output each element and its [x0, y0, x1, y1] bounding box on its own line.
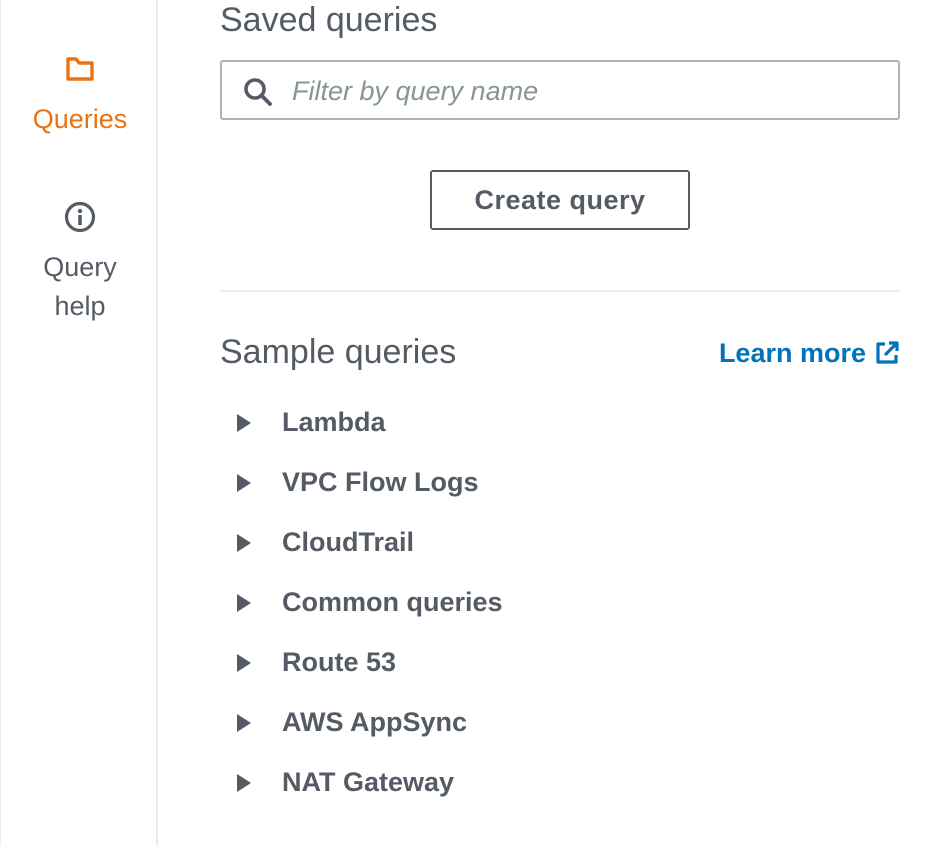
caret-right-icon — [237, 414, 251, 432]
side-rail: Queries Query help — [0, 0, 158, 846]
rail-item-queries[interactable]: Queries — [1, 52, 159, 139]
caret-right-icon — [237, 534, 251, 552]
sample-query-label: Lambda — [282, 407, 386, 437]
learn-more-link[interactable]: Learn more — [719, 336, 900, 370]
sample-query-route-53[interactable]: Route 53 — [220, 640, 503, 700]
sample-queries-heading: Sample queries — [220, 333, 457, 371]
saved-queries-heading: Saved queries — [220, 1, 438, 39]
search-field[interactable] — [220, 60, 900, 120]
search-input[interactable] — [290, 68, 884, 114]
info-icon — [64, 201, 96, 233]
sample-query-vpc-flow-logs[interactable]: VPC Flow Logs — [220, 460, 503, 520]
sample-query-cloudtrail[interactable]: CloudTrail — [220, 520, 503, 580]
sample-query-label: CloudTrail — [282, 527, 415, 557]
sample-query-aws-appsync[interactable]: AWS AppSync — [220, 700, 503, 760]
caret-right-icon — [237, 654, 251, 672]
caret-right-icon — [237, 474, 251, 492]
sample-query-common-queries[interactable]: Common queries — [220, 580, 503, 640]
learn-more-label: Learn more — [718, 338, 866, 368]
sample-queries-list: Lambda VPC Flow Logs CloudTrail Common q… — [220, 400, 503, 820]
section-divider — [220, 290, 900, 292]
caret-right-icon — [237, 774, 251, 792]
rail-item-label: Queries — [32, 104, 128, 134]
rail-item-label: Query help — [43, 252, 117, 321]
search-icon — [244, 78, 272, 106]
sample-query-label: Route 53 — [282, 647, 397, 677]
rail-item-query-help[interactable]: Query help — [1, 200, 159, 326]
external-link-icon — [876, 341, 899, 364]
caret-right-icon — [237, 714, 251, 732]
folder-icon — [66, 57, 94, 81]
sample-query-label: Common queries — [282, 587, 503, 617]
sample-query-label: AWS AppSync — [282, 707, 468, 737]
sample-query-nat-gateway[interactable]: NAT Gateway — [220, 760, 503, 820]
sample-query-label: NAT Gateway — [282, 767, 455, 797]
sample-query-lambda[interactable]: Lambda — [220, 400, 503, 460]
caret-right-icon — [237, 594, 251, 612]
create-query-button[interactable]: Create query — [430, 170, 690, 230]
sample-query-label: VPC Flow Logs — [282, 467, 479, 497]
query-panel: Queries Query help Saved queries Create … — [0, 0, 932, 846]
